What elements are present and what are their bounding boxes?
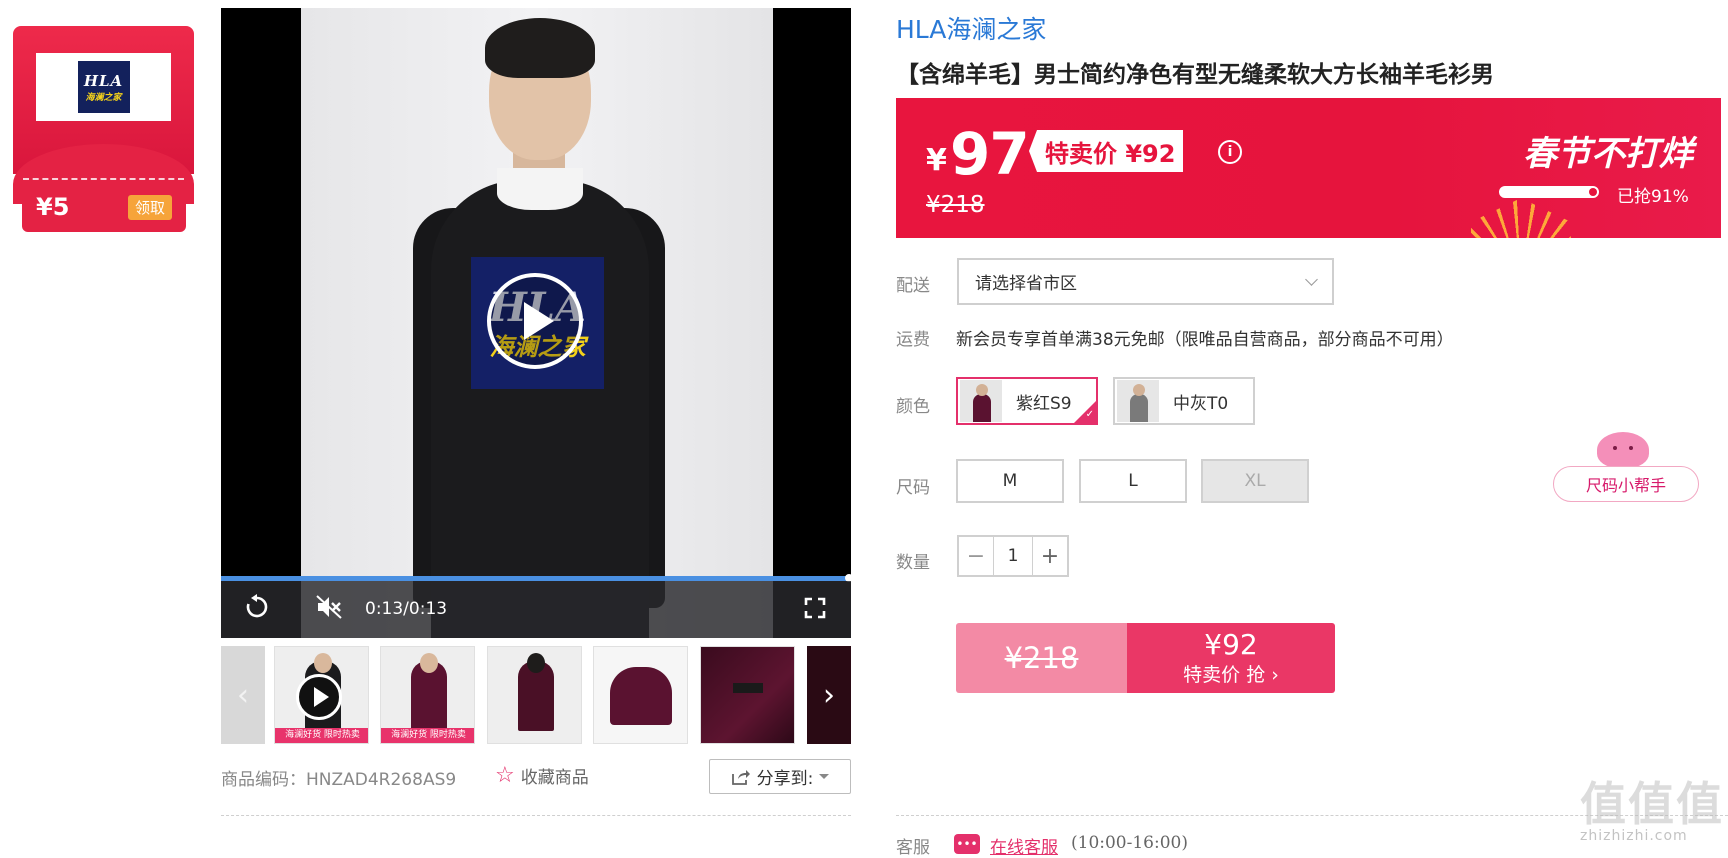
size-option-xl: XL: [1201, 459, 1309, 503]
region-select-value: 请选择省市区: [975, 274, 1077, 294]
size-helper-button[interactable]: 尺码小帮手: [1553, 466, 1699, 502]
thumb-next-button[interactable]: ›: [807, 646, 851, 744]
swatch-body: [973, 394, 991, 422]
thumb-fabric-label: [733, 683, 763, 693]
buy-now-button[interactable]: ¥92 特卖价 抢 ›: [1127, 623, 1335, 693]
chat-icon[interactable]: •••: [954, 834, 980, 854]
coupon-bottom[interactable]: ¥5 领取: [22, 182, 186, 232]
video-player[interactable]: HLA 海澜之家 0:13/0:13: [221, 8, 851, 638]
fullscreen-icon[interactable]: [804, 597, 826, 619]
logo-text-bottom: 海澜之家: [85, 92, 122, 103]
promo-slogan: 春节不打烊: [1523, 134, 1693, 174]
share-icon: [731, 769, 750, 785]
product-code: 商品编码：HNZAD4R268AS9: [221, 770, 457, 790]
sold-percentage: 已抢91%: [1617, 187, 1689, 207]
replay-icon[interactable]: [243, 593, 271, 621]
thumbnail-collar[interactable]: [700, 646, 795, 744]
shipping-text: 新会员专享首单满38元免邮（限唯品自营商品，部分商品不可用）: [956, 330, 1454, 350]
favorite-label: 收藏商品: [520, 768, 589, 788]
favorite-button[interactable]: ☆ 收藏商品: [495, 763, 589, 788]
color-swatch: [1117, 380, 1159, 422]
quantity-label: 数量: [896, 553, 930, 573]
color-option-purple-red[interactable]: 紫红S9 ✓: [956, 377, 1098, 425]
color-option-mid-grey[interactable]: 中灰T0: [1113, 377, 1255, 425]
watermark-url: zhizhizhi.com: [1580, 828, 1688, 844]
chevron-right-icon: ›: [823, 677, 835, 713]
service-label: 客服: [896, 838, 930, 858]
chevron-down-icon: [1305, 272, 1318, 286]
price-banner: ¥ 97 特卖价 ¥92 i ¥218 春节不打烊 已抢91%: [896, 98, 1721, 238]
region-select[interactable]: 请选择省市区: [957, 258, 1334, 305]
coupon-card[interactable]: HLA 海澜之家 ¥5 领取: [13, 26, 194, 232]
sold-progress-knob: [1589, 188, 1597, 196]
model-hair: [485, 18, 595, 78]
chevron-down-icon: [819, 774, 830, 779]
coupon-logo-box: HLA 海澜之家: [36, 53, 171, 121]
firework-decoration: [1471, 198, 1571, 238]
size-label: 尺码: [896, 478, 930, 498]
mascot-eye: [1629, 446, 1633, 450]
product-title: 【含绵羊毛】男士简约净色有型无缝柔软大方长袖羊毛衫男: [896, 62, 1494, 88]
thumbnail-back[interactable]: [487, 646, 582, 744]
color-option-label: 紫红S9: [1016, 393, 1072, 414]
coupon-claim-button[interactable]: 领取: [127, 194, 172, 220]
delivery-label: 配送: [896, 276, 930, 296]
service-hours: (10:00-16:00): [1071, 833, 1188, 853]
star-icon: ☆: [495, 763, 515, 788]
play-icon[interactable]: [487, 273, 583, 369]
logo-text-top: HLA: [83, 71, 124, 90]
swatch-head: [976, 384, 988, 396]
quantity-value[interactable]: 1: [993, 537, 1033, 575]
buy-price: ¥92: [1204, 627, 1258, 661]
swatch-body: [1130, 394, 1148, 422]
model-collar: [497, 168, 583, 210]
share-label: 分享到:: [756, 769, 814, 789]
thumb-badge: 海澜好货 限时热卖: [275, 728, 368, 743]
size-option-l[interactable]: L: [1079, 459, 1187, 503]
color-label: 颜色: [896, 397, 930, 417]
thumb-fabric: [701, 647, 794, 743]
online-service-link[interactable]: 在线客服: [990, 833, 1058, 858]
mute-icon[interactable]: [315, 594, 343, 620]
color-option-label: 中灰T0: [1173, 393, 1229, 414]
thumb-head: [527, 653, 545, 673]
brand-logo: HLA 海澜之家: [77, 61, 130, 113]
thumb-play-icon[interactable]: [296, 674, 342, 720]
info-icon[interactable]: i: [1218, 140, 1242, 164]
original-price: ¥218: [926, 192, 985, 218]
shipping-label: 运费: [896, 330, 930, 350]
current-price: 97: [950, 120, 1030, 188]
chevron-left-icon: ‹: [237, 677, 249, 713]
special-price-tag: 特卖价 ¥92: [1029, 130, 1184, 172]
minus-button[interactable]: −: [959, 537, 993, 575]
share-dropdown[interactable]: 分享到:: [709, 759, 851, 794]
divider: [221, 815, 851, 816]
buy-action-label: 特卖价 抢 ›: [1183, 663, 1279, 686]
quantity-stepper[interactable]: − 1 +: [957, 535, 1069, 577]
thumbnail-flat[interactable]: [593, 646, 688, 744]
mascot-eye: [1613, 446, 1617, 450]
thumb-badge: 海澜好货 限时热卖: [381, 728, 474, 743]
model-sweater: [431, 180, 649, 638]
size-option-m[interactable]: M: [956, 459, 1064, 503]
check-icon: ✓: [1085, 409, 1094, 420]
coupon-divider: [23, 178, 184, 180]
sold-progress-fill: [1501, 188, 1589, 196]
color-swatch: [960, 380, 1002, 422]
thumbnail-front[interactable]: 海澜好货 限时热卖: [380, 646, 475, 744]
coupon-amount: ¥5: [36, 193, 70, 221]
thumb-prev-button[interactable]: ‹: [221, 646, 265, 744]
sold-progress-bar: [1499, 186, 1599, 198]
video-time: 0:13/0:13: [365, 599, 448, 619]
watermark-logo: 值值值: [1580, 777, 1724, 831]
brand-link[interactable]: HLA海澜之家: [896, 10, 1046, 46]
thumb-head: [314, 653, 332, 673]
swatch-head: [1133, 384, 1145, 396]
buy-original-price: ¥218: [956, 623, 1127, 693]
plus-button[interactable]: +: [1033, 537, 1067, 575]
thumb-sweater: [610, 667, 672, 725]
helper-mascot: [1597, 432, 1649, 468]
currency-symbol: ¥: [926, 143, 947, 178]
thumb-head: [420, 653, 438, 673]
